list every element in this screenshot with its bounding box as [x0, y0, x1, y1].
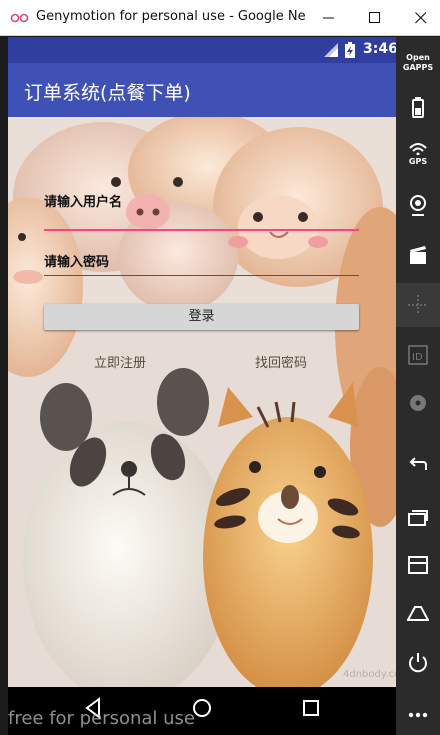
device-screen: 3:46 订单系统(点餐下单) 4dnbody.c 请输入用户名 请输入密码 登…: [8, 37, 396, 687]
gps-button[interactable]: GPS: [396, 135, 440, 175]
login-button[interactable]: 登录: [44, 304, 359, 330]
sidebar-recents-button[interactable]: [396, 497, 440, 537]
disk-icon: [410, 395, 426, 411]
home-icon[interactable]: [192, 697, 212, 719]
password-field[interactable]: 请输入密码: [44, 251, 359, 279]
close-button[interactable]: [398, 0, 440, 36]
move-button[interactable]: [396, 283, 440, 327]
more-dots-icon: [408, 712, 428, 718]
status-bar: 3:46: [8, 37, 396, 63]
maximize-button[interactable]: [352, 0, 398, 36]
move-arrows-icon: [408, 295, 428, 315]
svg-text:4dnbody.com: 4dnbody.com: [343, 669, 396, 680]
signal-icon: [324, 43, 338, 57]
power-icon: [409, 653, 427, 673]
recent-apps-icon[interactable]: [302, 697, 320, 719]
sidebar-home-icon: [407, 606, 429, 621]
more-options-button[interactable]: [396, 695, 440, 735]
app-toolbar: 订单系统(点餐下单): [8, 63, 396, 117]
id-icon: ID: [408, 345, 428, 365]
close-icon: [415, 12, 427, 24]
password-underline: [44, 275, 359, 276]
sidebar-menu-button[interactable]: [396, 545, 440, 585]
opengapps-button[interactable]: Open GAPPS: [396, 43, 440, 83]
power-button[interactable]: [396, 643, 440, 683]
window-titlebar: Genymotion for personal use - Google Nex…: [0, 0, 440, 36]
window-title: Genymotion for personal use - Google Nex…: [36, 9, 306, 24]
sidebar-back-icon: [409, 457, 427, 470]
password-hint: 请输入密码: [44, 255, 110, 270]
sidebar-back-button[interactable]: [396, 447, 440, 487]
genymotion-logo-icon: [10, 13, 29, 23]
device-id-button[interactable]: ID: [396, 335, 440, 375]
wifi-gps-icon: [409, 143, 427, 155]
username-underline: [44, 229, 359, 231]
sidebar-recents-icon: [408, 510, 428, 526]
sidebar-home-button[interactable]: [396, 593, 440, 633]
menu-icon: [408, 556, 428, 574]
username-field[interactable]: 请输入用户名: [44, 191, 359, 233]
opengapps-label-1: Open: [406, 53, 430, 62]
disk-button[interactable]: [396, 383, 440, 423]
username-hint: 请输入用户名: [44, 195, 123, 210]
battery-icon: [412, 97, 424, 118]
register-link[interactable]: 立即注册: [94, 352, 146, 371]
gps-label: GPS: [408, 157, 428, 166]
minimize-icon: [323, 17, 334, 19]
battery-widget-button[interactable]: [396, 87, 440, 127]
personal-use-watermark: free for personal use: [8, 708, 195, 729]
opengapps-label-2: GAPPS: [402, 63, 434, 72]
svg-text:ID: ID: [412, 352, 423, 363]
clapperboard-icon: [410, 246, 426, 264]
app-title: 订单系统(点餐下单): [24, 82, 191, 104]
camera-button[interactable]: [396, 185, 440, 225]
maximize-icon: [369, 12, 380, 23]
forgot-password-link[interactable]: 找回密码: [255, 352, 307, 371]
minimize-button[interactable]: [306, 0, 352, 36]
status-time: 3:46: [363, 41, 396, 57]
screencast-button[interactable]: [396, 235, 440, 275]
webcam-icon: [410, 195, 426, 216]
battery-charging-icon: [345, 42, 355, 58]
genymotion-sidebar: Open GAPPS GPS ID: [396, 37, 440, 735]
